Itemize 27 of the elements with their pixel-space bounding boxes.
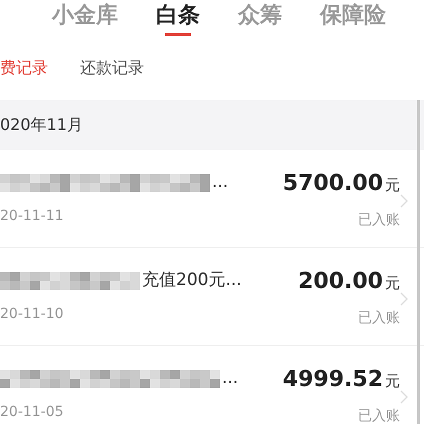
chevron-right-icon[interactable] <box>400 194 408 208</box>
record-amount: 200.00 <box>298 268 383 296</box>
month-label: 020年11月 <box>0 114 83 136</box>
top-tab[interactable]: 白条 <box>156 5 200 36</box>
record-date: 20-11-05 <box>0 402 65 422</box>
currency-unit: 元 <box>385 272 400 294</box>
record-date: 20-11-10 <box>0 304 65 324</box>
active-underline <box>165 33 191 36</box>
chevron-right-icon[interactable] <box>400 292 408 306</box>
scrollbar[interactable] <box>417 100 420 424</box>
record-title: 充值200元... <box>142 269 242 292</box>
record-status: 已入账 <box>358 210 400 230</box>
currency-unit: 元 <box>385 370 400 392</box>
record-amount: 5700.00 <box>282 170 383 198</box>
record-title: ... <box>222 367 238 390</box>
record-amount: 4999.52 <box>282 366 383 394</box>
sub-tab[interactable]: 还款记录 <box>80 56 144 80</box>
currency-unit: 元 <box>385 174 400 196</box>
chevron-right-icon[interactable] <box>400 390 408 404</box>
top-tab[interactable]: 保障险 <box>320 5 386 36</box>
top-tab[interactable]: 众筹 <box>238 5 282 36</box>
record-title: ... <box>212 171 228 194</box>
record-status: 已入账 <box>358 308 400 328</box>
record-date: 20-11-11 <box>0 206 65 226</box>
record-status: 已入账 <box>358 406 400 424</box>
sub-tab[interactable]: 费记录 <box>0 56 48 80</box>
top-tab[interactable]: 小金库 <box>52 5 118 36</box>
